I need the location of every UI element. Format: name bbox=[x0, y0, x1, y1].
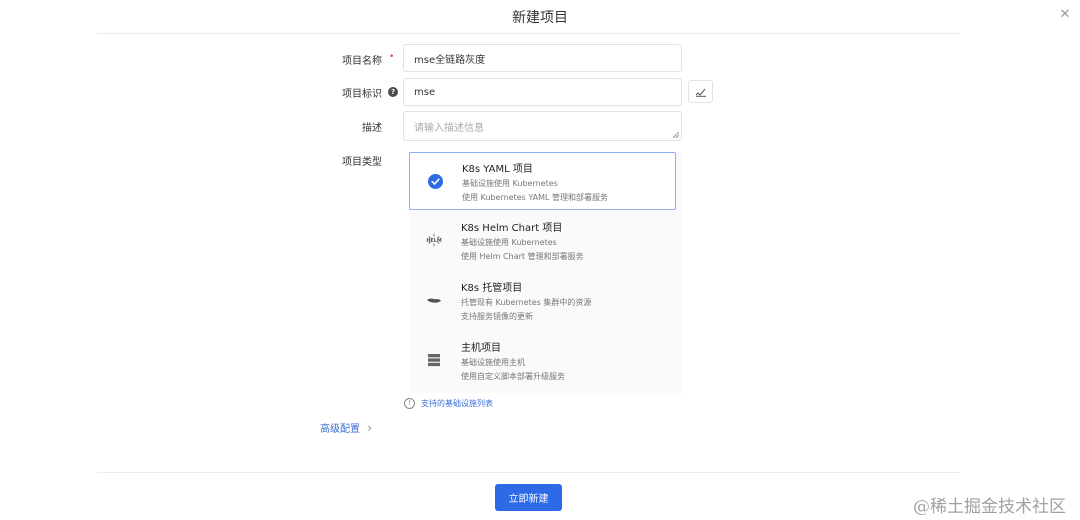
project-name-input[interactable]: mse全链路灰度 bbox=[403, 44, 682, 72]
header-divider bbox=[97, 33, 960, 34]
project-name-value: mse全链路灰度 bbox=[414, 54, 486, 66]
required-mark: • bbox=[389, 52, 395, 62]
project-type-list: K8s YAML 项目 基础设施使用 Kubernetes 使用 Kuberne… bbox=[409, 152, 683, 393]
help-icon[interactable]: ? bbox=[388, 87, 398, 97]
watermark: @稀土掘金技术社区 bbox=[913, 497, 1066, 517]
create-button[interactable]: 立即新建 bbox=[495, 484, 562, 511]
type-desc-1: 基础设施使用 Kubernetes bbox=[462, 179, 558, 188]
check-circle-icon bbox=[427, 173, 443, 189]
supported-infra-link[interactable]: 支持的基础设施列表 bbox=[421, 398, 493, 409]
advanced-config-label: 高级配置 bbox=[320, 424, 360, 435]
key-label: 项目标识 bbox=[342, 89, 382, 100]
modal-title: 新建项目 bbox=[512, 10, 568, 26]
edit-icon bbox=[695, 88, 706, 97]
server-icon bbox=[426, 352, 442, 368]
info-icon: ! bbox=[404, 398, 415, 409]
resize-handle[interactable] bbox=[673, 132, 679, 138]
type-desc-2: 使用 Kubernetes YAML 管理和部署服务 bbox=[462, 193, 609, 202]
footer-divider bbox=[97, 472, 960, 473]
type-desc-2: 使用 Helm Chart 管理和部署服务 bbox=[461, 252, 584, 261]
project-type-k8s-yaml[interactable]: K8s YAML 项目 基础设施使用 Kubernetes 使用 Kuberne… bbox=[409, 152, 676, 210]
type-label: 项目类型 bbox=[342, 157, 382, 168]
type-desc-1: 托管现有 Kubernetes 集群中的资源 bbox=[461, 298, 592, 307]
type-desc-1: 基础设施使用 Kubernetes bbox=[461, 238, 557, 247]
project-type-hosted[interactable]: K8s 托管项目 托管现有 Kubernetes 集群中的资源 支持服务镜像的更… bbox=[409, 272, 676, 330]
type-desc-2: 使用自定义脚本部署升级服务 bbox=[461, 372, 565, 381]
chevron-right-icon: › bbox=[367, 421, 372, 435]
type-title: 主机项目 bbox=[461, 343, 501, 354]
project-type-helm[interactable]: HELM K8s Helm Chart 项目 基础设施使用 Kubernetes… bbox=[409, 212, 676, 270]
project-type-host[interactable]: 主机项目 基础设施使用主机 使用自定义脚本部署升级服务 bbox=[409, 332, 676, 390]
project-key-value: mse bbox=[414, 86, 436, 98]
type-title: K8s YAML 项目 bbox=[462, 164, 533, 175]
helm-icon-text: HELM bbox=[426, 238, 442, 244]
close-icon[interactable]: ✕ bbox=[1058, 8, 1072, 22]
hand-icon bbox=[426, 292, 442, 308]
description-placeholder: 请输入描述信息 bbox=[414, 123, 484, 134]
generate-key-button[interactable] bbox=[688, 80, 713, 103]
helm-icon: HELM bbox=[426, 232, 442, 248]
type-title: K8s Helm Chart 项目 bbox=[461, 223, 563, 234]
type-desc-1: 基础设施使用主机 bbox=[461, 358, 525, 367]
type-title: K8s 托管项目 bbox=[461, 283, 523, 294]
advanced-config-toggle[interactable]: 高级配置 › bbox=[320, 420, 372, 435]
description-textarea[interactable]: 请输入描述信息 bbox=[403, 111, 682, 141]
name-label: 项目名称 bbox=[342, 56, 382, 67]
type-desc-2: 支持服务镜像的更新 bbox=[461, 312, 533, 321]
project-key-input[interactable]: mse bbox=[403, 78, 682, 106]
desc-label: 描述 bbox=[362, 123, 382, 134]
